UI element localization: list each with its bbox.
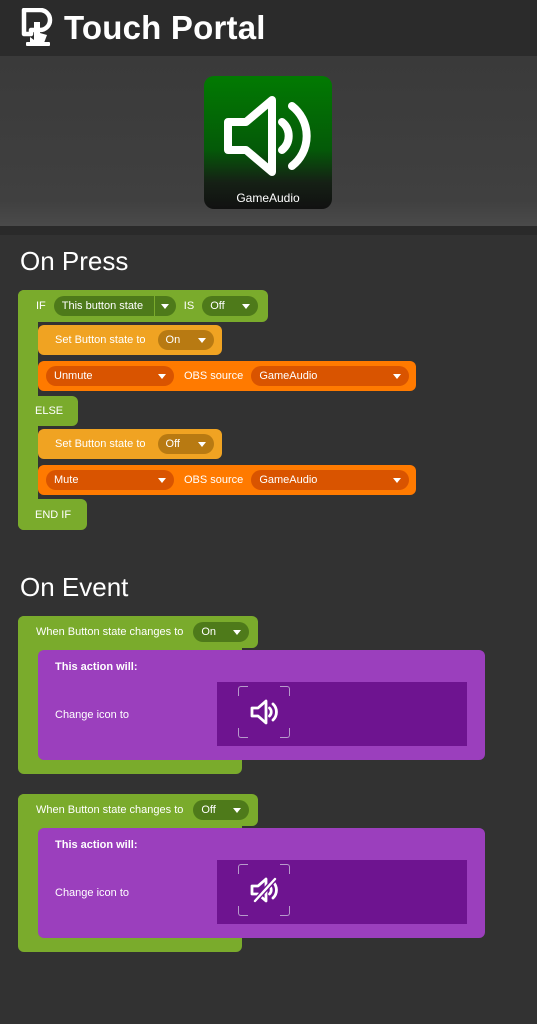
else-obs-action-block[interactable]: Mute OBS source GameAudio xyxy=(38,465,416,495)
else-set-state-block[interactable]: Set Button state to Off xyxy=(38,429,222,459)
condition-value: This button state xyxy=(61,300,144,312)
touch-portal-logo xyxy=(21,8,53,46)
action-title: This action will: xyxy=(55,839,138,851)
else-source-value: GameAudio xyxy=(259,474,318,486)
event-state-value: On xyxy=(201,626,217,638)
compare-value: Off xyxy=(210,300,225,312)
event-state-dropdown[interactable]: Off xyxy=(193,800,250,820)
endif-label: END IF xyxy=(35,508,72,521)
event-when-label: When Button state changes to xyxy=(36,804,184,816)
chevron-down-icon xyxy=(242,303,251,309)
if-block-header[interactable]: IF This button state IS Off xyxy=(18,290,268,322)
then-source-label: OBS source xyxy=(184,370,244,382)
event-header-off[interactable]: When Button state changes to Off xyxy=(18,794,258,826)
event-state-value: Off xyxy=(201,804,216,816)
then-set-state-block[interactable]: Set Button state to On xyxy=(38,325,222,355)
else-label: ELSE xyxy=(35,405,64,417)
else-source-label: OBS source xyxy=(184,474,244,486)
on-press-heading: On Press xyxy=(20,246,129,276)
then-state-value: On xyxy=(165,334,181,346)
event-state-dropdown[interactable]: On xyxy=(193,622,250,642)
else-state-value: Off xyxy=(165,438,180,450)
else-action-value: Mute xyxy=(54,474,79,486)
chevron-down-icon xyxy=(158,373,166,379)
else-source-dropdown[interactable]: GameAudio xyxy=(251,470,410,490)
then-source-value: GameAudio xyxy=(259,370,318,382)
action-label: Change icon to xyxy=(55,709,129,721)
button-preview-tile[interactable]: GameAudio xyxy=(204,76,332,209)
speaker-icon xyxy=(224,96,311,176)
if-label: IF xyxy=(36,300,46,312)
action-label: Change icon to xyxy=(55,887,129,899)
app-title: Touch Portal xyxy=(64,9,266,46)
speaker-muted-icon xyxy=(250,877,278,903)
then-source-dropdown[interactable]: GameAudio xyxy=(251,366,410,386)
else-state-dropdown[interactable]: Off xyxy=(157,434,214,454)
chevron-down-icon xyxy=(393,477,402,483)
chevron-down-icon xyxy=(233,807,242,813)
event-when-label: When Button state changes to xyxy=(36,626,184,638)
condition-dropdown[interactable]: This button state xyxy=(53,296,176,316)
then-action-dropdown[interactable]: Unmute xyxy=(46,366,174,386)
preview-divider xyxy=(0,226,537,235)
then-set-label: Set Button state to xyxy=(55,334,146,346)
chevron-down-icon xyxy=(197,337,206,343)
else-block: ELSE xyxy=(18,396,78,426)
speaker-icon xyxy=(250,699,278,725)
icon-frame xyxy=(238,686,290,738)
else-set-label: Set Button state to xyxy=(55,438,146,450)
event-header-on[interactable]: When Button state changes to On xyxy=(18,616,258,648)
compare-dropdown[interactable]: Off xyxy=(202,296,259,316)
button-preview-label: GameAudio xyxy=(236,191,300,205)
then-state-dropdown[interactable]: On xyxy=(157,330,214,350)
chevron-down-icon xyxy=(153,296,176,316)
chevron-down-icon xyxy=(393,373,402,379)
then-action-value: Unmute xyxy=(54,370,93,382)
app-header: Touch Portal xyxy=(0,0,537,56)
icon-frame xyxy=(238,864,290,916)
then-obs-action-block[interactable]: Unmute OBS source GameAudio xyxy=(38,361,416,391)
chevron-down-icon xyxy=(233,629,242,635)
button-preview-area: GameAudio xyxy=(0,56,537,226)
endif-block: END IF xyxy=(18,499,87,530)
chevron-down-icon xyxy=(158,477,166,483)
icon-picker-on[interactable] xyxy=(217,682,467,746)
action-title: This action will: xyxy=(55,661,138,673)
on-event-heading: On Event xyxy=(20,572,129,602)
icon-picker-off[interactable] xyxy=(217,860,467,924)
is-label: IS xyxy=(183,300,195,312)
else-action-dropdown[interactable]: Mute xyxy=(46,470,174,490)
chevron-down-icon xyxy=(197,441,206,447)
